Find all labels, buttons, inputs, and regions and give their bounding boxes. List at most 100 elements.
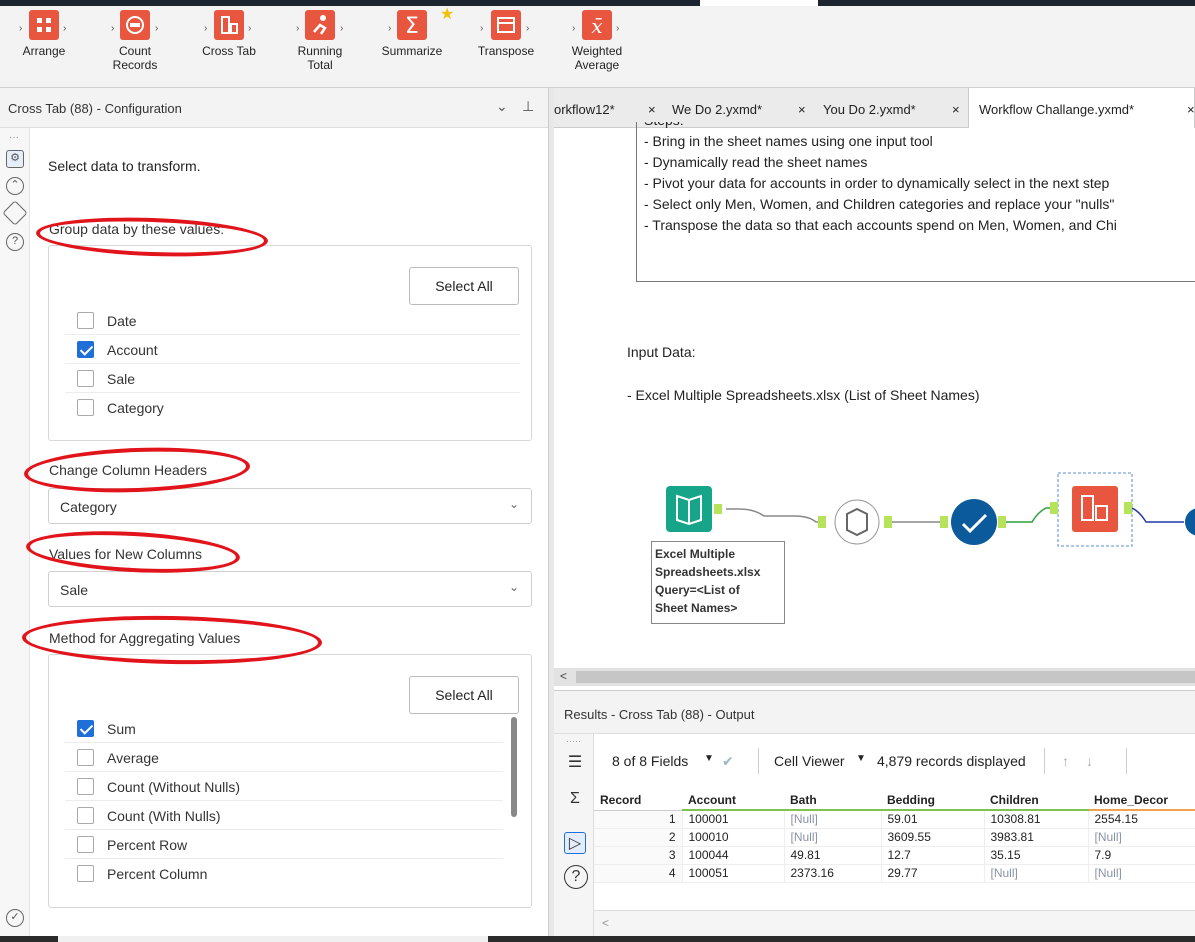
table-cell[interactable]: 49.81 [784, 846, 882, 865]
table-cell[interactable]: 12.7 [881, 846, 985, 865]
checkbox[interactable] [77, 399, 94, 416]
help-icon[interactable]: ? [6, 233, 24, 251]
table-cell[interactable]: 29.77 [881, 864, 985, 883]
column-header[interactable]: Children [984, 790, 1088, 811]
red-circle-annotation [25, 526, 241, 578]
checkbox[interactable] [77, 312, 94, 329]
transpose-tool[interactable]: › › Transpose [472, 10, 540, 58]
table-cell[interactable]: 100044 [682, 846, 785, 865]
list-icon[interactable]: ☰ [564, 752, 586, 774]
group-field-date[interactable]: Date [65, 307, 520, 335]
weighted-average-tool[interactable]: › x̄ › Weighted Average [564, 10, 630, 72]
checkbox-checked[interactable] [77, 341, 94, 358]
tag-icon[interactable]: ▷ [564, 832, 586, 854]
table-cell[interactable]: [Null] [1088, 864, 1195, 883]
summarize-tool[interactable]: › Σ ★ Summarize [376, 7, 455, 59]
record-number-cell[interactable]: 2 [594, 828, 683, 847]
table-cell[interactable]: 3983.81 [984, 828, 1089, 847]
methods-scrollbar[interactable] [511, 717, 517, 817]
tag-icon[interactable] [2, 200, 28, 226]
checkbox[interactable] [77, 865, 94, 882]
group-field-category[interactable]: Category [65, 394, 520, 422]
column-header[interactable]: Home_Decor [1088, 790, 1195, 811]
group-field-sale[interactable]: Sale [65, 365, 520, 393]
count-records-tool[interactable]: › › Count Records [103, 10, 167, 72]
help-icon[interactable]: ? [564, 865, 588, 889]
running-total-tool[interactable]: › › Running Total [288, 10, 352, 72]
chevron-down-icon[interactable]: ▼ [856, 753, 866, 764]
table-cell[interactable]: 100051 [682, 864, 785, 883]
method-sum[interactable]: Sum [65, 715, 503, 743]
scroll-left-icon[interactable]: < [602, 916, 609, 930]
column-header[interactable]: Bedding [881, 790, 984, 811]
checkbox[interactable] [77, 807, 94, 824]
transpose-icon [491, 10, 521, 40]
connection-icon[interactable]: ⌃ [6, 177, 24, 195]
column-headers-dropdown[interactable]: Category ⌄ [48, 488, 532, 524]
checkbox-checked[interactable] [77, 720, 94, 737]
cell-viewer-toggle[interactable]: Cell Viewer [774, 753, 845, 769]
results-table[interactable]: Record Account Bath Bedding Children Hom… [594, 790, 1195, 883]
config-panel: Select data to transform. Group data by … [21, 128, 548, 936]
method-select-all-button[interactable]: Select All [409, 676, 519, 714]
chevron-down-icon[interactable]: ⌄ [496, 98, 508, 115]
table-cell[interactable]: [Null] [784, 810, 882, 829]
close-icon[interactable]: × [952, 102, 960, 117]
table-cell[interactable]: 10308.81 [984, 810, 1089, 829]
weighted-average-label: Weighted Average [571, 44, 623, 72]
table-cell[interactable]: 2554.15 [1088, 810, 1195, 829]
method-count-with-nulls[interactable]: Count (With Nulls) [65, 802, 503, 830]
close-icon[interactable]: × [798, 102, 806, 117]
table-row[interactable]: 4 100051 2373.16 29.77 [Null] [Null] [594, 864, 1195, 883]
table-row[interactable]: 3 100044 49.81 12.7 35.15 7.9 [594, 846, 1195, 865]
pin-icon[interactable]: ⊥ [522, 98, 534, 115]
gear-icon[interactable]: ⚙ [6, 150, 24, 168]
column-header[interactable]: Record [594, 790, 682, 811]
checkbox[interactable] [77, 836, 94, 853]
summarize-label: Summarize [381, 44, 443, 58]
cross-tab-tool[interactable]: › › Cross Tab [196, 10, 262, 58]
checkbox[interactable] [77, 749, 94, 766]
checkmark-icon[interactable]: ✔ [722, 753, 734, 770]
fields-selector[interactable]: 8 of 8 Fields [612, 753, 688, 769]
table-cell[interactable]: 7.9 [1088, 846, 1195, 865]
method-count-without-nulls[interactable]: Count (Without Nulls) [65, 773, 503, 801]
table-row[interactable]: 2 100010 [Null] 3609.55 3983.81 [Null] [594, 828, 1195, 847]
column-header[interactable]: Account [682, 790, 784, 811]
summarize-icon[interactable]: Σ [564, 788, 586, 810]
record-number-cell[interactable]: 1 [594, 810, 683, 829]
table-cell[interactable]: 35.15 [984, 846, 1089, 865]
checkbox[interactable] [77, 370, 94, 387]
results-horizontal-scrollbar[interactable]: < [594, 910, 1195, 936]
close-icon[interactable]: × [1187, 102, 1195, 117]
scroll-left-icon[interactable]: < [560, 669, 567, 683]
check-circle-icon[interactable]: ✓ [6, 909, 24, 927]
canvas-horizontal-scrollbar[interactable]: < [554, 668, 1195, 686]
method-average[interactable]: Average [65, 744, 503, 772]
close-icon[interactable]: × [648, 102, 656, 117]
record-number-cell[interactable]: 4 [594, 864, 683, 883]
arrow-down-icon[interactable]: ↓ [1086, 753, 1093, 769]
table-cell[interactable]: [Null] [784, 828, 882, 847]
group-field-account[interactable]: Account [65, 336, 520, 364]
table-cell[interactable]: [Null] [1088, 828, 1195, 847]
table-cell[interactable]: 100010 [682, 828, 785, 847]
new-columns-dropdown[interactable]: Sale ⌄ [48, 571, 532, 607]
group-select-all-button[interactable]: Select All [409, 267, 519, 305]
method-percent-column[interactable]: Percent Column [65, 860, 503, 888]
table-row[interactable]: 1 100001 [Null] 59.01 10308.81 2554.15 [594, 810, 1195, 829]
arrange-tool[interactable]: › › Arrange [14, 10, 74, 58]
table-cell[interactable]: 100001 [682, 810, 785, 829]
checkbox[interactable] [77, 778, 94, 795]
chevron-down-icon[interactable]: ▼ [704, 753, 714, 764]
scroll-thumb[interactable] [576, 671, 1195, 683]
method-percent-row[interactable]: Percent Row [65, 831, 503, 859]
table-cell[interactable]: 2373.16 [784, 864, 882, 883]
column-header[interactable]: Bath [784, 790, 881, 811]
table-cell[interactable]: [Null] [984, 864, 1089, 883]
table-cell[interactable]: 59.01 [881, 810, 985, 829]
arrow-up-icon[interactable]: ↑ [1062, 753, 1069, 769]
table-cell[interactable]: 3609.55 [881, 828, 985, 847]
arrange-label: Arrange [22, 44, 66, 58]
record-number-cell[interactable]: 3 [594, 846, 683, 865]
